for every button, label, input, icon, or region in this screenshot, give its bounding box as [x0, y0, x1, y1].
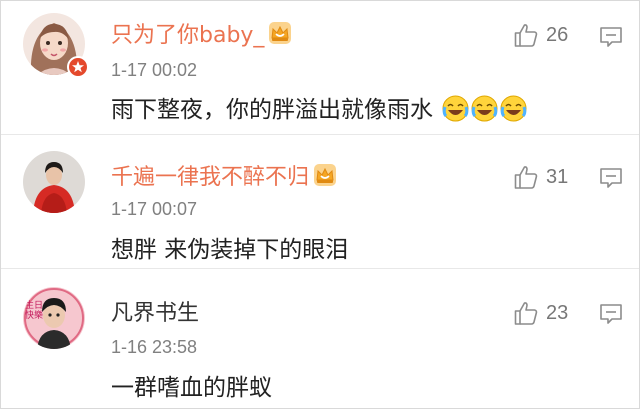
avatar-caption: 生日快樂: [25, 301, 44, 321]
comment-bubble-icon: [600, 168, 622, 188]
username-text[interactable]: 千遍一律我不醉不归: [111, 165, 309, 190]
comment-text: 一群嗜血的胖蚁: [111, 368, 272, 402]
reply-button[interactable]: [599, 303, 623, 329]
comment-item: 只为了你baby_ 1-17 00:02 雨下整夜，你的胖溢出就像雨水 26: [1, 1, 639, 134]
verified-badge-icon: [67, 56, 89, 78]
avatar[interactable]: [23, 151, 85, 213]
thumbs-up-icon: [514, 302, 538, 325]
comment-text-body: 一群嗜血的胖蚁: [111, 375, 272, 401]
comment-time: 1-16 23:58: [111, 337, 198, 357]
reply-button[interactable]: [599, 167, 623, 193]
username-text[interactable]: 凡界书生: [111, 301, 199, 326]
username-text[interactable]: 只为了你baby_: [111, 23, 264, 48]
comment-text-body: 雨下整夜，你的胖溢出就像雨水: [111, 97, 433, 123]
reply-button[interactable]: [599, 26, 623, 52]
laugh-cry-icon: [500, 95, 527, 122]
thumbs-up-icon: [514, 24, 538, 47]
comment-time: 1-17 00:02: [111, 60, 198, 80]
comment-text: 雨下整夜，你的胖溢出就像雨水: [111, 90, 527, 124]
comment-username[interactable]: 千遍一律我不醉不归: [111, 159, 337, 191]
vip-crown-icon: [268, 21, 292, 45]
like-count: 31: [546, 165, 569, 188]
avatar[interactable]: 生日快樂: [23, 287, 85, 349]
comment-time: 1-17 00:07: [111, 199, 198, 219]
like-button[interactable]: 31: [513, 163, 568, 191]
comment-username[interactable]: 凡界书生: [111, 295, 199, 327]
comment-text-body: 想胖 来伪装掉下的眼泪: [111, 237, 349, 263]
comment-item: 生日快樂 凡界书生 1-16 23:58 一群嗜血的胖蚁 23: [1, 268, 639, 408]
thumbs-up-icon: [514, 166, 538, 189]
like-button[interactable]: 26: [513, 21, 568, 49]
like-count: 23: [546, 301, 569, 324]
laugh-cry-icon: [471, 95, 498, 122]
comment-item: 千遍一律我不醉不归 1-17 00:07 想胖 来伪装掉下的眼泪 31: [1, 134, 639, 268]
laugh-cry-icon: [442, 95, 469, 122]
like-button[interactable]: 23: [513, 299, 568, 327]
vip-crown-icon: [313, 163, 337, 187]
comment-bubble-icon: [600, 27, 622, 47]
like-count: 26: [546, 23, 569, 46]
comment-username[interactable]: 只为了你baby_: [111, 17, 292, 49]
comment-bubble-icon: [600, 304, 622, 324]
comment-text: 想胖 来伪装掉下的眼泪: [111, 230, 348, 264]
comment-list: 只为了你baby_ 1-17 00:02 雨下整夜，你的胖溢出就像雨水 26 千…: [0, 0, 640, 409]
